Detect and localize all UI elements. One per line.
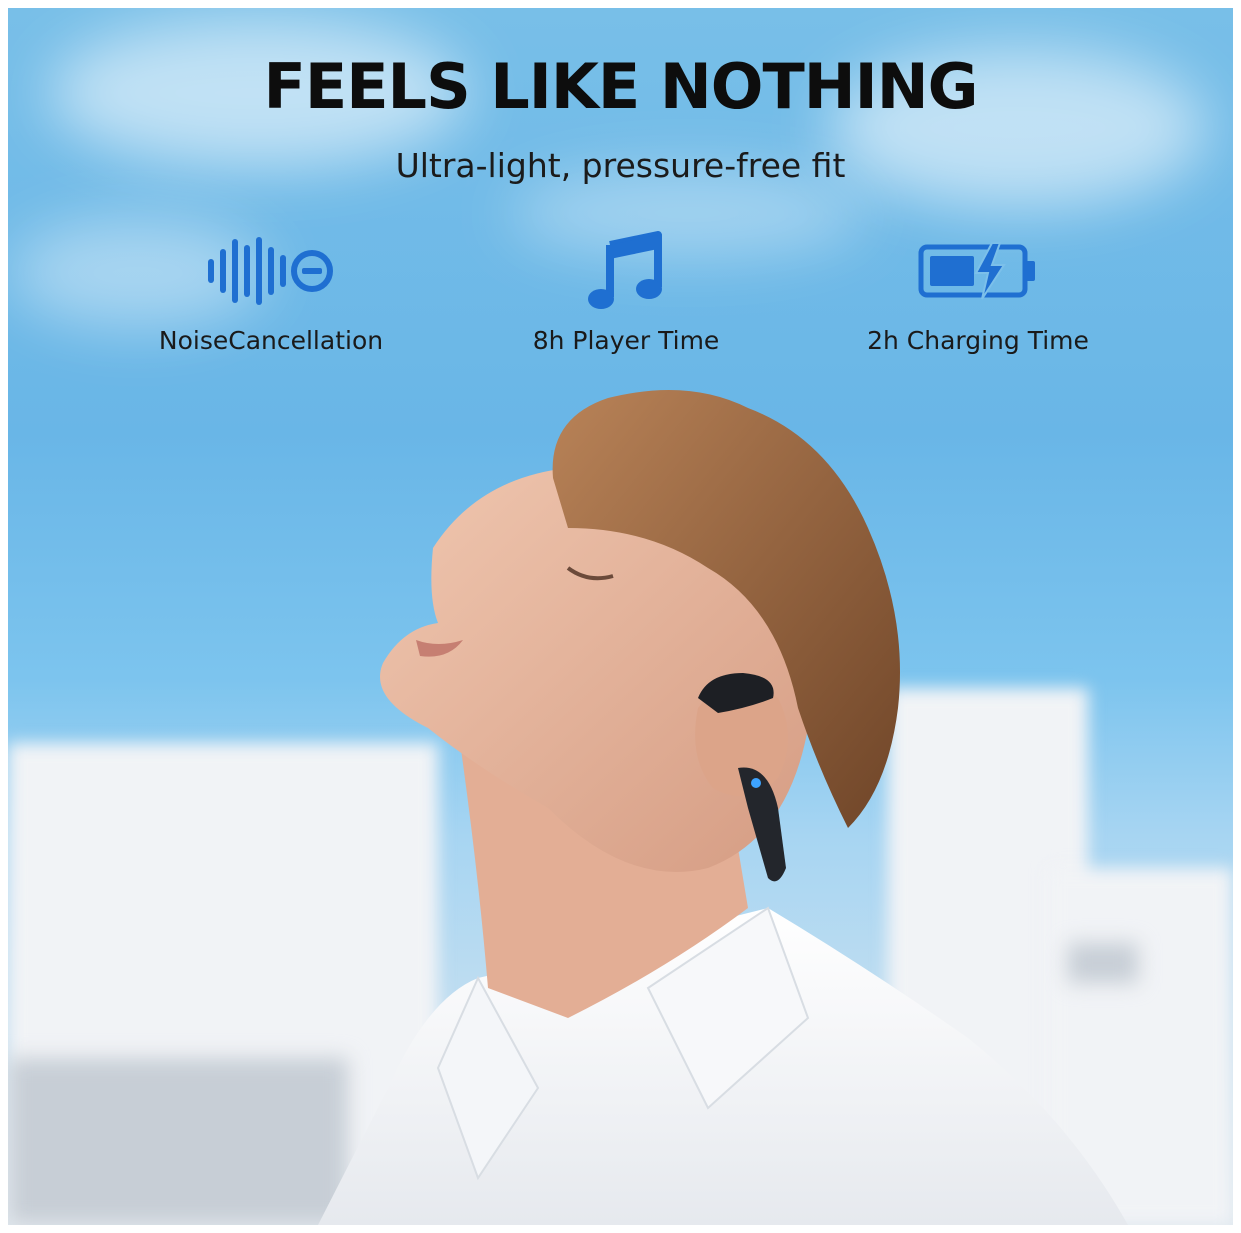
man-wearing-earphone-photo bbox=[318, 390, 1128, 1225]
music-note-icon bbox=[476, 230, 776, 312]
feature-noise-cancellation: NoiseCancellation bbox=[121, 230, 421, 355]
headline: FEELS LIKE NOTHING bbox=[263, 50, 979, 123]
sound-wave-icon bbox=[121, 230, 421, 312]
feature-label: 2h Charging Time bbox=[867, 326, 1089, 355]
feature-player-time: 8h Player Time bbox=[476, 230, 776, 355]
earphone-led bbox=[751, 778, 761, 788]
feature-label: NoiseCancellation bbox=[158, 326, 384, 355]
feature-label: 8h Player Time bbox=[532, 326, 720, 355]
battery-charging-icon bbox=[828, 230, 1128, 312]
product-banner: FEELS LIKE NOTHING Ultra-light, pressure… bbox=[8, 8, 1233, 1225]
feature-charging-time: 2h Charging Time bbox=[828, 230, 1128, 355]
subheadline: Ultra-light, pressure-free fit bbox=[395, 146, 846, 185]
